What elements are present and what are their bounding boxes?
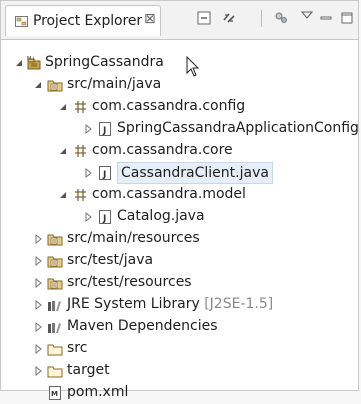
collapsed-arrow-icon[interactable] xyxy=(33,344,43,354)
folder-icon xyxy=(47,366,63,378)
toolbar-separator xyxy=(261,10,262,27)
tree-row-pom[interactable]: M pom.xml xyxy=(1,382,358,404)
tree-row-maven-dependencies[interactable]: Maven Dependencies xyxy=(1,316,358,338)
collapsed-arrow-icon[interactable] xyxy=(83,168,93,178)
package-icon xyxy=(75,101,86,113)
tree-item-label: target xyxy=(67,362,110,378)
link-with-editor-icon[interactable] xyxy=(222,11,236,25)
project-explorer-tab[interactable]: Project Explorer ⊠ xyxy=(5,5,161,36)
expanded-arrow-icon[interactable] xyxy=(33,80,43,90)
tree-item-label: src/test/resources xyxy=(67,274,192,290)
tree-item-label: src/test/java xyxy=(67,252,154,268)
tree-item-label: com.cassandra.core xyxy=(92,142,233,158)
maven-pom-icon: M xyxy=(49,386,61,400)
collapsed-arrow-icon[interactable] xyxy=(83,124,93,134)
library-name: JRE System Library xyxy=(67,296,200,312)
tree-row-src-main-resources[interactable]: src/main/resources xyxy=(1,228,358,250)
tree-item-label: CassandraClient.java xyxy=(117,162,273,184)
collapsed-arrow-icon[interactable] xyxy=(33,256,43,266)
collapsed-arrow-icon[interactable] xyxy=(33,322,43,332)
tree-row-package-model[interactable]: com.cassandra.model xyxy=(1,184,358,206)
expanded-arrow-icon[interactable] xyxy=(58,102,68,112)
library-icon xyxy=(48,323,61,333)
tree-row-src[interactable]: src xyxy=(1,338,358,360)
project-explorer-window: Project Explorer ⊠ M↓ SpringCassandra sr… xyxy=(0,0,359,400)
tree-item-label: JRE System Library [J2SE-1.5] xyxy=(67,294,273,314)
tree-row-src-test-java[interactable]: src/test/java xyxy=(1,250,358,272)
tree-row-jre-library[interactable]: JRE System Library [J2SE-1.5] xyxy=(1,294,358,316)
tree-item-label: com.cassandra.model xyxy=(92,186,246,202)
tree-item-label: SpringCassandra xyxy=(45,54,164,70)
svg-text:J: J xyxy=(102,214,106,224)
project-explorer-icon xyxy=(15,16,28,27)
package-icon xyxy=(75,189,86,201)
tree-row-package-core[interactable]: com.cassandra.core xyxy=(1,140,358,162)
tree-row-cassandra-client[interactable]: J CassandraClient.java xyxy=(1,162,358,184)
source-folder-icon xyxy=(47,256,63,268)
collapsed-arrow-icon[interactable] xyxy=(33,278,43,288)
java-file-icon: J xyxy=(99,166,111,180)
expanded-arrow-icon[interactable] xyxy=(14,58,24,68)
tree-item-label: pom.xml xyxy=(67,384,129,400)
minimize-icon[interactable] xyxy=(319,11,333,25)
maven-project-icon: M↓ xyxy=(27,56,41,70)
collapsed-arrow-icon[interactable] xyxy=(83,212,93,222)
collapse-all-icon[interactable] xyxy=(197,11,211,25)
tree-row-config-class[interactable]: J SpringCassandraApplicationConfig xyxy=(1,118,359,140)
library-version: [J2SE-1.5] xyxy=(204,296,274,312)
collapsed-arrow-icon[interactable] xyxy=(33,366,43,376)
tree-row-package-config[interactable]: com.cassandra.config xyxy=(1,96,358,118)
tree-row-src-test-resources[interactable]: src/test/resources xyxy=(1,272,358,294)
svg-text:M: M xyxy=(51,390,58,398)
tree-item-label: src/main/resources xyxy=(67,230,200,246)
svg-text:J: J xyxy=(102,126,106,136)
view-header: Project Explorer ⊠ xyxy=(1,1,358,40)
close-tab-icon[interactable]: ⊠ xyxy=(144,11,156,27)
collapsed-arrow-icon[interactable] xyxy=(33,234,43,244)
library-icon xyxy=(48,301,61,311)
tree-item-label: Catalog.java xyxy=(117,208,205,224)
maximize-icon[interactable] xyxy=(340,11,354,25)
expanded-arrow-icon[interactable] xyxy=(58,190,68,200)
view-title: Project Explorer xyxy=(33,13,143,29)
package-icon xyxy=(75,145,86,157)
view-menu-icon[interactable] xyxy=(300,9,314,23)
mouse-cursor-icon xyxy=(186,56,200,77)
collapsed-arrow-icon[interactable] xyxy=(33,300,43,310)
source-folder-icon xyxy=(47,278,63,290)
source-folder-icon xyxy=(47,234,63,246)
svg-text:J: J xyxy=(102,170,106,180)
tree-item-label: src xyxy=(67,340,88,356)
tree-row-catalog[interactable]: J Catalog.java xyxy=(1,206,358,228)
folder-icon xyxy=(47,344,63,356)
tree-row-target[interactable]: target xyxy=(1,360,358,382)
expanded-arrow-icon[interactable] xyxy=(58,146,68,156)
tree-item-label: src/main/java xyxy=(67,76,162,92)
tree-item-label: com.cassandra.config xyxy=(92,98,246,114)
filters-icon[interactable] xyxy=(274,11,288,25)
source-folder-icon xyxy=(47,80,63,92)
tree-item-label: SpringCassandraApplicationConfig xyxy=(117,120,359,136)
tree-item-label: Maven Dependencies xyxy=(67,318,218,334)
java-file-icon: J xyxy=(99,210,111,224)
java-file-icon: J xyxy=(99,122,111,136)
svg-text:M↓: M↓ xyxy=(27,56,36,62)
tree-row-project[interactable]: M↓ SpringCassandra xyxy=(1,52,358,74)
tree-row-src-main-java[interactable]: src/main/java xyxy=(1,74,358,96)
